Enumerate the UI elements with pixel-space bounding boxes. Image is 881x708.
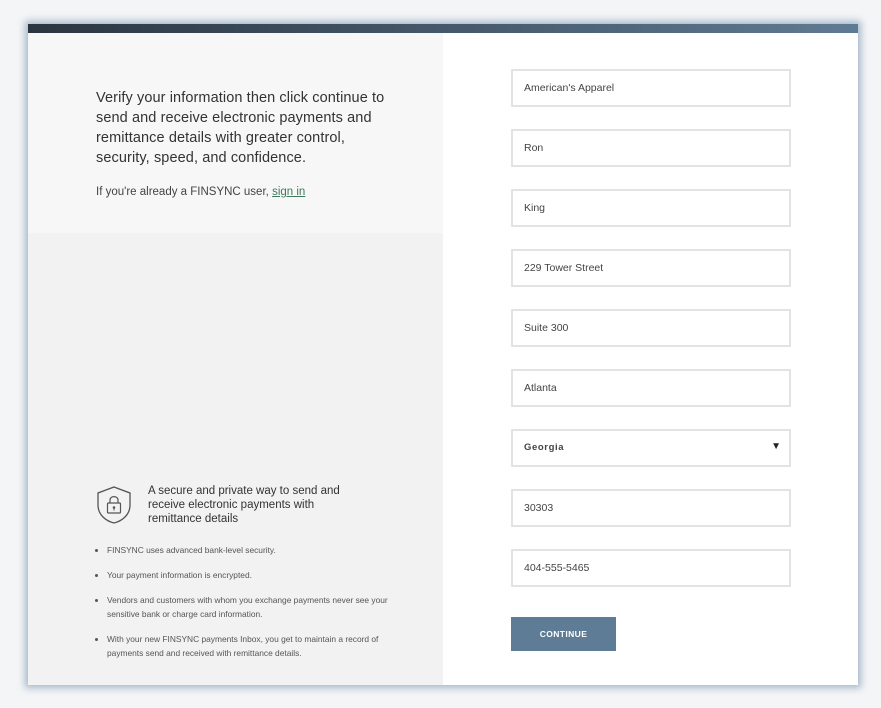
first-name-input[interactable]: [513, 131, 789, 165]
top-bar: [28, 24, 858, 33]
security-heading: A secure and private way to send and rec…: [148, 485, 340, 525]
already-user-text: If you're already a FINSYNC user, sign i…: [96, 186, 305, 198]
company-field[interactable]: [511, 69, 791, 107]
continue-button[interactable]: CONTINUE: [511, 617, 616, 651]
zip-field[interactable]: [511, 489, 791, 527]
address1-input[interactable]: [513, 251, 789, 285]
app-window: Verify your information then click conti…: [28, 24, 858, 685]
address2-input[interactable]: [513, 311, 789, 345]
zip-input[interactable]: [513, 491, 789, 525]
phone-field[interactable]: [511, 549, 791, 587]
sign-in-link[interactable]: sign in: [272, 186, 305, 198]
security-bullet: Vendors and customers with whom you exch…: [107, 593, 397, 621]
city-field[interactable]: [511, 369, 791, 407]
phone-input[interactable]: [513, 551, 789, 585]
intro-panel: Verify your information then click conti…: [28, 33, 443, 233]
last-name-input[interactable]: [513, 191, 789, 225]
address1-field[interactable]: [511, 249, 791, 287]
security-bullets: FINSYNC uses advanced bank-level securit…: [94, 543, 397, 671]
security-bullet: FINSYNC uses advanced bank-level securit…: [107, 543, 397, 557]
company-input[interactable]: [513, 71, 789, 105]
intro-message: Verify your information then click conti…: [96, 90, 385, 166]
city-input[interactable]: [513, 371, 789, 405]
state-select[interactable]: Georgia ▼: [511, 429, 791, 467]
address2-field[interactable]: [511, 309, 791, 347]
first-name-field[interactable]: [511, 129, 791, 167]
state-select-value: Georgia: [524, 442, 565, 453]
already-user-label: If you're already a FINSYNC user,: [96, 186, 269, 198]
security-bullet: With your new FINSYNC payments Inbox, yo…: [107, 632, 397, 660]
security-panel: A secure and private way to send and rec…: [28, 233, 443, 685]
last-name-field[interactable]: [511, 189, 791, 227]
security-bullet: Your payment information is encrypted.: [107, 568, 397, 582]
shield-lock-icon: [97, 486, 131, 524]
dropdown-arrow-icon: ▼: [771, 441, 781, 452]
